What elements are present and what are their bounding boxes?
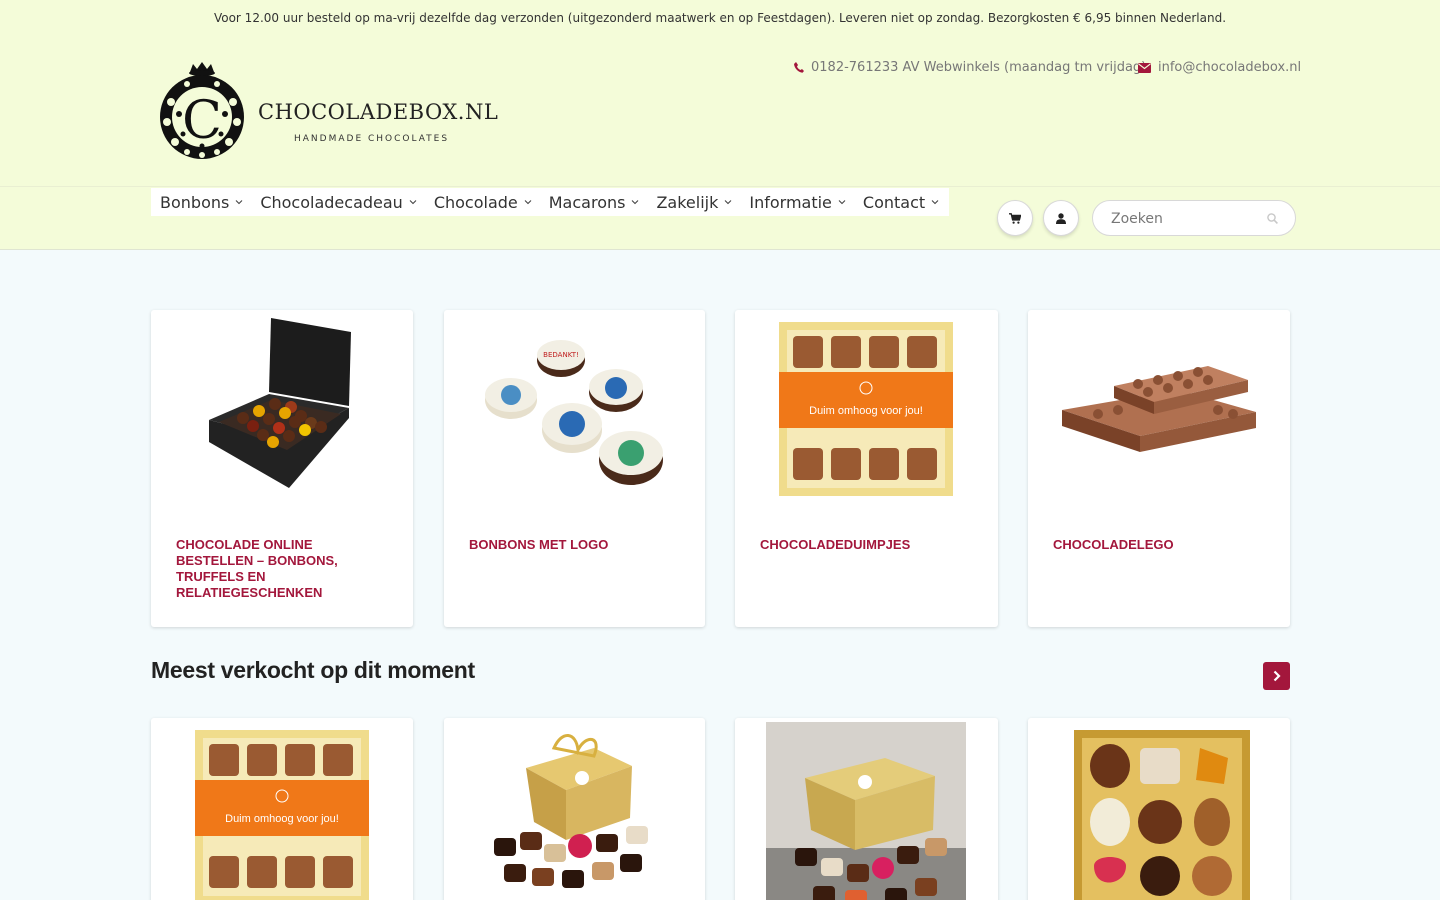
logo-wordmark: CHOCOLADEBOX.NL [258, 100, 499, 124]
chevron-down-icon [632, 200, 639, 205]
chevron-down-icon [235, 200, 243, 205]
shipping-notice-bar: Voor 12.00 uur besteld op ma-vrij dezelf… [0, 0, 1440, 36]
nav-item-label: Informatie [749, 192, 832, 212]
bestsellers-heading: Meest verkocht op dit moment [151, 657, 475, 683]
product-thumbs-box-image: Duim omhoog voor jou! [195, 730, 369, 900]
nav-item-zakelijk[interactable]: Zakelijk [656, 193, 732, 212]
phone-contact[interactable]: 0182-761233 AV Webwinkels (maandag tm vr… [794, 60, 1146, 75]
svg-text:BEDANKT!: BEDANKT! [543, 351, 579, 359]
phone-icon [794, 62, 804, 73]
category-card[interactable]: Duim omhoog voor jou! Chocoladeduimpjes [735, 310, 998, 627]
product-card[interactable] [735, 718, 998, 900]
nav-item-label: Bonbons [160, 192, 230, 212]
envelope-icon [1138, 62, 1151, 73]
cart-button[interactable] [997, 200, 1033, 236]
chevron-down-icon [724, 200, 732, 205]
category-card[interactable]: Chocolade online bestellen – bonbons, tr… [151, 310, 413, 627]
cart-icon [1009, 212, 1021, 224]
product-card[interactable]: Duim omhoog voor jou! [151, 718, 413, 900]
nav-item-label: Contact [862, 192, 926, 212]
nav-item-chocolade[interactable]: Chocolade [434, 193, 532, 212]
nav-item-chocoladecadeau[interactable]: Chocoladecadeau [260, 192, 417, 212]
svg-text:C: C [182, 91, 222, 151]
nav-item-macarons[interactable]: Macarons [549, 193, 640, 212]
chevron-right-icon [1273, 670, 1281, 682]
main-navbar: Bonbons Chocoladecadeau Chocolade Macaro… [0, 186, 1440, 250]
site-logo[interactable]: C CHOCOLADEBOX.NL HANDMADE CHOCOLATES [157, 62, 498, 162]
product-card[interactable] [1028, 718, 1290, 900]
chevron-down-icon [409, 200, 417, 205]
category-title[interactable]: Chocolade online bestellen – bonbons, tr… [176, 537, 386, 601]
nav-item-informatie[interactable]: Informatie [749, 193, 846, 212]
user-icon [1056, 212, 1066, 224]
nav-item-contact[interactable]: Contact [863, 193, 939, 212]
search-icon[interactable] [1267, 213, 1278, 224]
product-gold-box-bonbons-image [1074, 730, 1250, 900]
email-address: info@chocoladebox.nl [1158, 60, 1302, 75]
carousel-next-button[interactable] [1263, 662, 1290, 690]
chocolate-lego-image [1062, 366, 1256, 452]
nav-item-label: Chocoladecadeau [260, 192, 403, 212]
category-card[interactable]: Chocoladelego [1028, 310, 1290, 627]
email-contact[interactable]: info@chocoladebox.nl [1138, 60, 1301, 75]
chocolate-gift-box-image [209, 318, 351, 488]
phone-number: 0182-761233 AV Webwinkels (maandag tm vr… [811, 60, 1147, 75]
product-card[interactable] [444, 718, 705, 900]
logo-bonbons-image: BEDANKT! [485, 340, 663, 485]
category-title[interactable]: Bonbons met logo [469, 537, 679, 553]
chevron-down-icon [931, 200, 939, 205]
account-button[interactable] [1043, 200, 1079, 236]
nav-item-label: Macarons [548, 192, 626, 212]
nav-item-bonbons[interactable]: Bonbons [160, 193, 243, 212]
svg-text:Duim omhoog voor jou!: Duim omhoog voor jou! [225, 813, 339, 825]
category-card[interactable]: BEDANKT! Bonbons met logo [444, 310, 705, 627]
nav-item-label: Chocolade [433, 192, 518, 212]
chevron-down-icon [838, 200, 846, 205]
nav-item-label: Zakelijk [656, 192, 719, 212]
svg-text:Duim omhoog voor jou!: Duim omhoog voor jou! [809, 405, 923, 417]
site-header: C CHOCOLADEBOX.NL HANDMADE CHOCOLATES 01… [0, 36, 1440, 186]
chocolate-thumbs-box-image: Duim omhoog voor jou! [779, 322, 953, 496]
category-title[interactable]: Chocoladelego [1053, 537, 1263, 553]
product-ballotin-bonbons-image [494, 734, 648, 888]
search-input[interactable] [1111, 209, 1261, 229]
chevron-down-icon [524, 200, 532, 205]
product-gold-box-photo-image [766, 722, 966, 900]
category-title[interactable]: Chocoladeduimpjes [760, 537, 970, 553]
search-box [1092, 200, 1296, 236]
logo-tagline: HANDMADE CHOCOLATES [294, 134, 450, 144]
shipping-notice-text: Voor 12.00 uur besteld op ma-vrij dezelf… [213, 11, 1227, 25]
logo-emblem-icon: C [160, 62, 244, 159]
main-menu: Bonbons Chocoladecadeau Chocolade Macaro… [151, 188, 950, 216]
